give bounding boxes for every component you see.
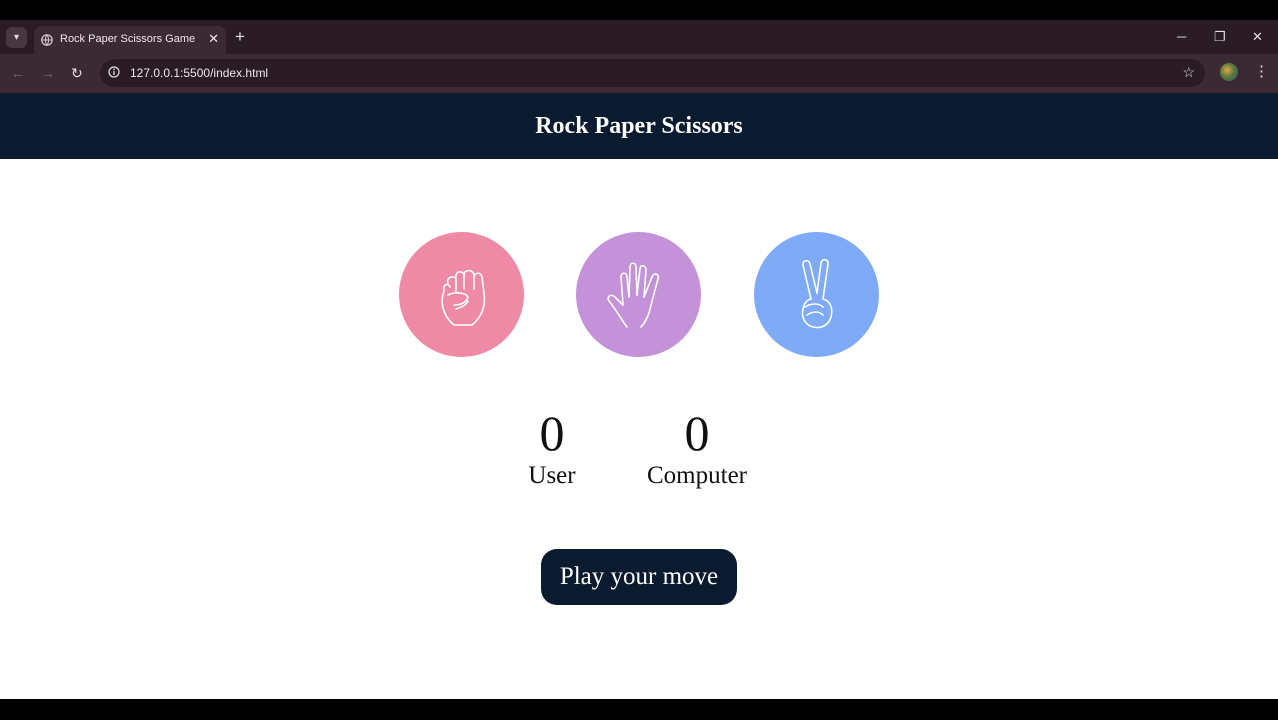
letterbox-top bbox=[0, 0, 1278, 20]
star-icon[interactable]: ☆ bbox=[1182, 64, 1195, 81]
reload-icon[interactable]: ↻ bbox=[71, 65, 83, 81]
tab-title: Rock Paper Scissors Game bbox=[60, 33, 196, 45]
open-hand-icon bbox=[606, 261, 659, 328]
profile-avatar[interactable] bbox=[1220, 63, 1238, 81]
info-icon[interactable] bbox=[108, 66, 120, 78]
user-score: 0 User bbox=[472, 405, 632, 491]
browser-toolbar: ← → ↻ 127.0.0.1:5500/index.html ☆ ⋮ bbox=[0, 54, 1278, 93]
page-title: Rock Paper Scissors bbox=[535, 112, 743, 139]
browser-tab[interactable]: Rock Paper Scissors Game ✕ bbox=[34, 26, 226, 54]
page-content: Rock Paper Scissors 0 User 0 Computer Pl… bbox=[0, 93, 1278, 699]
close-window-icon[interactable]: ✕ bbox=[1252, 29, 1263, 45]
minimize-icon[interactable]: ─ bbox=[1177, 29, 1186, 45]
letterbox-bottom bbox=[0, 699, 1278, 720]
restore-icon[interactable]: ❐ bbox=[1214, 29, 1226, 45]
scissors-choice-button[interactable] bbox=[754, 232, 879, 357]
fist-icon bbox=[440, 269, 485, 326]
url-text[interactable]: 127.0.0.1:5500/index.html bbox=[130, 66, 268, 80]
app-header: Rock Paper Scissors bbox=[0, 93, 1278, 159]
peace-sign-icon bbox=[801, 258, 833, 328]
close-icon[interactable]: ✕ bbox=[208, 31, 219, 47]
forward-arrow-icon[interactable]: → bbox=[41, 65, 55, 81]
rock-choice-button[interactable] bbox=[399, 232, 524, 357]
tab-search-button[interactable]: ▾ bbox=[6, 27, 27, 48]
paper-choice-button[interactable] bbox=[576, 232, 701, 357]
computer-score-value: 0 bbox=[684, 405, 710, 461]
chevron-down-icon: ▾ bbox=[13, 32, 20, 43]
kebab-menu-icon[interactable]: ⋮ bbox=[1254, 64, 1269, 80]
globe-icon bbox=[41, 34, 53, 46]
computer-score-label: Computer bbox=[647, 462, 747, 489]
back-arrow-icon[interactable]: ← bbox=[11, 65, 25, 81]
user-score-value: 0 bbox=[539, 405, 565, 461]
address-bar[interactable]: 127.0.0.1:5500/index.html ☆ bbox=[100, 59, 1205, 87]
user-score-label: User bbox=[528, 462, 576, 489]
computer-score: 0 Computer bbox=[617, 405, 777, 491]
message-box[interactable]: Play your move bbox=[541, 549, 737, 605]
browser-tabstrip: ▾ Rock Paper Scissors Game ✕ + ─ ❐ ✕ bbox=[0, 20, 1278, 54]
plus-icon[interactable]: + bbox=[235, 28, 245, 45]
